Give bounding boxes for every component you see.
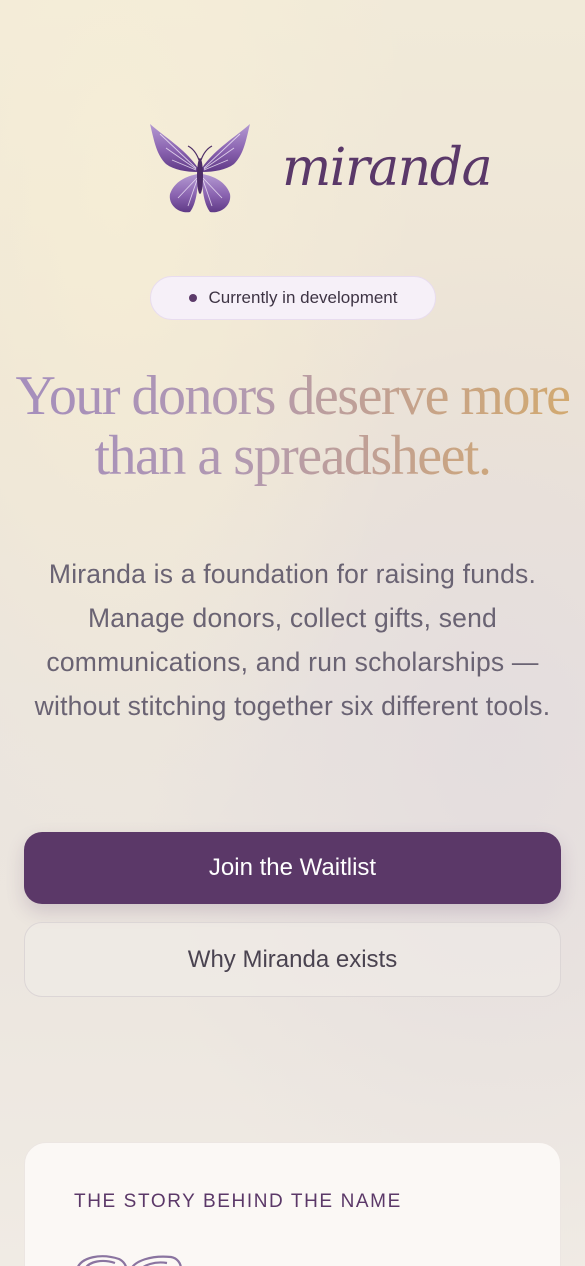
story-card: THE STORY BEHIND THE NAME bbox=[24, 1142, 561, 1266]
status-badge-text: Currently in development bbox=[208, 288, 398, 307]
hero-headline: Your donors deserve more than a spreadsh… bbox=[0, 366, 585, 486]
hero-headline-line2: than a spreadsheet. bbox=[94, 425, 491, 487]
butterfly-icon bbox=[77, 1255, 182, 1266]
logo: miranda bbox=[0, 118, 585, 222]
hero-headline-line1: Your donors deserve more bbox=[15, 365, 570, 427]
status-dot-icon bbox=[188, 294, 197, 302]
join-waitlist-button[interactable]: Join the Waitlist bbox=[24, 832, 561, 904]
brand-name: miranda bbox=[282, 138, 493, 198]
story-label: THE STORY BEHIND THE NAME bbox=[74, 1191, 402, 1212]
why-miranda-button[interactable]: Why Miranda exists bbox=[24, 922, 561, 997]
hero-description: Miranda is a foundation for raising fund… bbox=[34, 559, 551, 721]
status-badge: Currently in development bbox=[150, 276, 436, 320]
butterfly-icon bbox=[150, 124, 250, 213]
